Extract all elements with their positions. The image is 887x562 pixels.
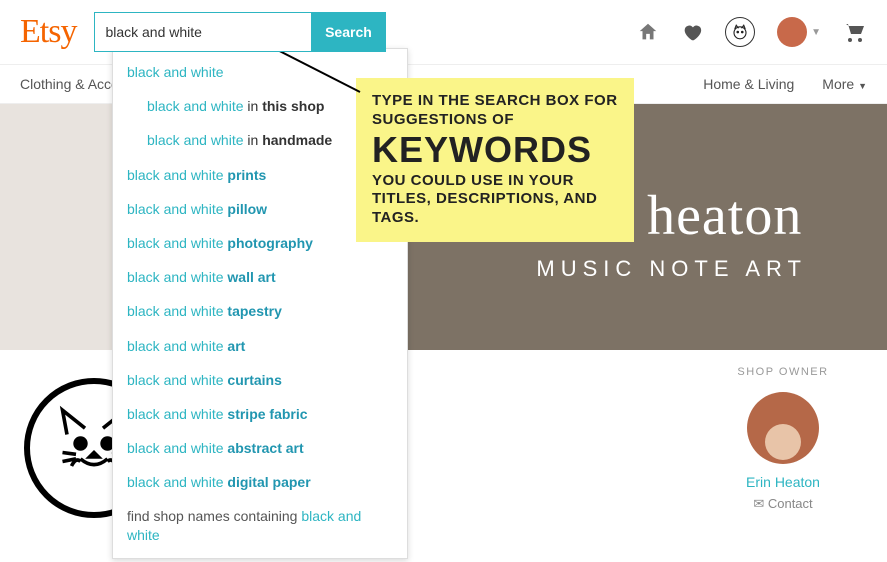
home-icon[interactable]: [637, 21, 659, 43]
user-menu[interactable]: ▼: [777, 17, 821, 47]
shop-icon[interactable]: [725, 17, 755, 47]
heart-icon[interactable]: [681, 21, 703, 43]
owner-name-link[interactable]: Erin Heaton: [703, 474, 863, 490]
banner-subtitle: MUSIC NOTE ART: [536, 256, 807, 282]
user-avatar: [777, 17, 807, 47]
callout-keyword: KEYWORDS: [372, 132, 618, 168]
search-suggestion[interactable]: black and white abstract art: [113, 431, 407, 465]
search-suggestion[interactable]: black and white stripe fabric: [113, 397, 407, 431]
search-suggestion[interactable]: black and white digital paper: [113, 465, 407, 499]
cart-icon[interactable]: [843, 20, 867, 44]
callout-line1: Type in the search box for suggestions o…: [372, 92, 618, 130]
nav-home-living[interactable]: Home & Living: [703, 76, 794, 92]
search-input[interactable]: [95, 13, 311, 51]
search-suggestion[interactable]: black and white wall art: [113, 260, 407, 294]
search-suggestion[interactable]: black and white curtains: [113, 363, 407, 397]
find-shops-suggestion[interactable]: find shop names containing black and whi…: [113, 499, 407, 551]
contact-link[interactable]: ✉ Contact: [703, 496, 863, 512]
search-suggestion[interactable]: black and white tapestry: [113, 294, 407, 328]
chevron-down-icon: ▼: [811, 27, 821, 38]
chevron-down-icon: ▼: [858, 81, 867, 91]
shop-owner-label: SHOP OWNER: [703, 366, 863, 378]
search-suggestion[interactable]: black and white art: [113, 329, 407, 363]
etsy-logo[interactable]: Etsy: [20, 13, 76, 51]
owner-avatar[interactable]: [747, 392, 819, 464]
callout-line2: you could use in your titles, descriptio…: [372, 172, 618, 228]
search-form: Search: [94, 12, 386, 52]
annotation-callout: Type in the search box for suggestions o…: [356, 78, 634, 242]
search-button[interactable]: Search: [311, 13, 385, 51]
nav-more[interactable]: More ▼: [822, 76, 867, 92]
